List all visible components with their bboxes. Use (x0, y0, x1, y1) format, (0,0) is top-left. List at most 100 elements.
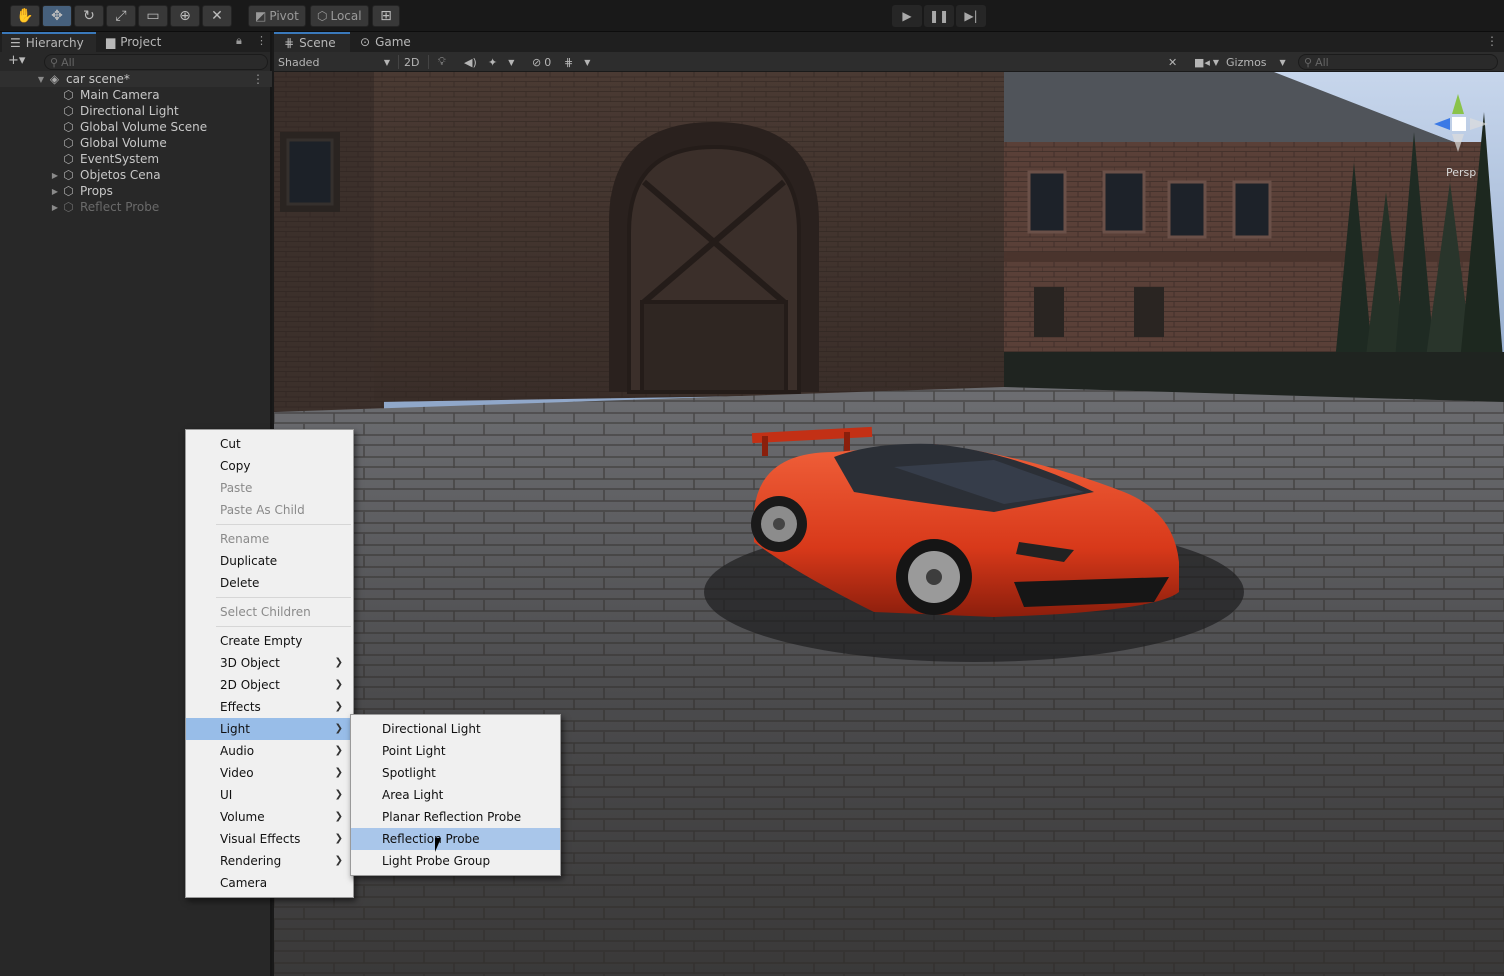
menu-item[interactable]: Copy (186, 455, 353, 477)
hierarchy-item[interactable]: ⬡ Global Volume Scene (0, 119, 272, 135)
menu-item[interactable]: Volume ❯ (186, 806, 353, 828)
menu-item[interactable]: Duplicate (186, 550, 353, 572)
light-submenu-item[interactable]: Reflection Probe (351, 828, 560, 850)
light-submenu-item[interactable]: Area Light (351, 784, 560, 806)
menu-item[interactable]: 2D Object ❯ (186, 674, 353, 696)
gameobject-cube-icon: ⬡ (63, 200, 74, 214)
camera-settings-button[interactable]: ■◂ ▼ (1194, 52, 1219, 72)
rotate-tool-button[interactable]: ↻ (74, 5, 104, 27)
toggle-2d-button[interactable]: 2D (404, 52, 419, 72)
expand-arrow-icon[interactable]: ▶ (48, 171, 62, 180)
tab-game[interactable]: ⊙ Game (352, 32, 419, 52)
menu-item[interactable]: UI ❯ (186, 784, 353, 806)
scene-name: car scene* (66, 72, 130, 86)
menu-item[interactable]: Video ❯ (186, 762, 353, 784)
pivot-label: Pivot (269, 9, 299, 23)
menu-item-label: Rename (220, 532, 270, 546)
menu-item[interactable]: Effects ❯ (186, 696, 353, 718)
lighting-toggle[interactable]: 💡︎ (438, 52, 446, 72)
rect-tool-button[interactable]: ▭ (138, 5, 168, 27)
light-submenu-item[interactable]: Spotlight (351, 762, 560, 784)
light-submenu-item-label: Light Probe Group (382, 854, 491, 868)
play-button[interactable]: ▶ (892, 5, 922, 27)
project-tab-label: Project (120, 35, 162, 49)
pause-button[interactable]: ❚❚ (924, 5, 954, 27)
expand-arrow-icon[interactable]: ▶ (48, 203, 62, 212)
kebab-menu-icon[interactable]: ⋮ (256, 34, 267, 47)
hierarchy-item[interactable]: ▶ ⬡ Reflect Probe (0, 199, 272, 215)
persp-label[interactable]: Persp (1446, 166, 1476, 179)
scene-row[interactable]: ▼ ◈ car scene* ⋮ (0, 71, 272, 87)
menu-item[interactable]: Rendering ❯ (186, 850, 353, 872)
hierarchy-item-label: Props (80, 184, 113, 198)
effects-toggle[interactable]: ✦ ▼ (488, 52, 514, 72)
add-object-button[interactable]: +▾ (8, 53, 25, 68)
grid-dropdown-icon[interactable]: ▼ (584, 58, 590, 67)
hidden-count: 0 (544, 55, 552, 69)
hand-icon: ✋ (16, 8, 34, 24)
menu-item[interactable]: Paste (186, 477, 353, 499)
hierarchy-item[interactable]: ⬡ Main Camera (0, 87, 272, 103)
local-toggle[interactable]: ⬡ Local (310, 5, 369, 27)
effects-icon: ✦ (488, 55, 498, 69)
hierarchy-item[interactable]: ▶ ⬡ Objetos Cena (0, 167, 272, 183)
grid-snap-button[interactable]: ⊞ (372, 5, 400, 27)
scale-tool-button[interactable]: ⤢ (106, 5, 136, 27)
menu-item-label: 2D Object (220, 678, 280, 692)
menu-item[interactable]: Light ❯ (186, 718, 353, 740)
tab-scene[interactable]: ⋕ Scene (274, 32, 350, 52)
hierarchy-item[interactable]: ▶ ⬡ Props (0, 183, 272, 199)
effects-dropdown-icon[interactable]: ▼ (508, 58, 514, 67)
submenu-arrow-icon: ❯ (334, 701, 343, 712)
scene-search-input[interactable]: ⚲ All (1298, 54, 1498, 70)
menu-item[interactable]: Paste As Child (186, 499, 353, 521)
submenu-arrow-icon: ❯ (334, 833, 343, 844)
menu-item[interactable]: Visual Effects ❯ (186, 828, 353, 850)
hierarchy-tab-label: Hierarchy (25, 36, 84, 50)
gameobject-cube-icon: ⬡ (63, 184, 74, 198)
shading-mode-value: Shaded (278, 55, 320, 69)
camera-dropdown-icon[interactable]: ▼ (1213, 58, 1219, 67)
menu-item[interactable]: Camera (186, 872, 353, 894)
tools-overlay-button[interactable]: ✕ (1168, 52, 1177, 72)
menu-item[interactable]: Delete (186, 572, 353, 594)
pivot-toggle[interactable]: ◩ Pivot (248, 5, 306, 27)
scene-kebab-icon[interactable]: ⋮ (1486, 34, 1498, 48)
menu-item[interactable]: Cut (186, 433, 353, 455)
hierarchy-item[interactable]: ⬡ Global Volume (0, 135, 272, 151)
gizmos-dropdown[interactable]: Gizmos ▼ (1226, 52, 1286, 72)
step-button[interactable]: ▶| (956, 5, 986, 27)
scene-menu-icon[interactable]: ⋮ (252, 72, 264, 86)
move-tool-button[interactable]: ✥ (42, 5, 72, 27)
shading-mode-dropdown[interactable]: Shaded ▼ (278, 52, 392, 72)
scene-toolbar: Shaded ▼ 2D 💡︎ ◀) ✦ ▼ ⊘ 0 ⋕ ▼ ✕ ■◂ ▼ Gizmos … (274, 52, 1504, 72)
tab-project[interactable]: ▆ Project (98, 32, 169, 52)
hidden-objects-toggle[interactable]: ⊘ 0 (532, 52, 551, 72)
expand-arrow-icon[interactable]: ▶ (48, 187, 62, 196)
menu-item[interactable]: Create Empty (186, 630, 353, 652)
gizmos-label: Gizmos (1226, 55, 1267, 69)
light-submenu-item[interactable]: Planar Reflection Probe (351, 806, 560, 828)
gameobject-cube-icon: ⬡ (63, 88, 74, 102)
hierarchy-item[interactable]: ⬡ EventSystem (0, 151, 272, 167)
collapse-arrow-icon[interactable]: ▼ (34, 75, 48, 84)
menu-item[interactable]: Audio ❯ (186, 740, 353, 762)
hierarchy-search-input[interactable]: ⚲ All (44, 54, 268, 70)
menu-item-label: 3D Object (220, 656, 280, 670)
menu-item[interactable]: Rename (186, 528, 353, 550)
lightbulb-icon: 💡︎ (438, 55, 446, 68)
light-submenu-item[interactable]: Directional Light (351, 718, 560, 740)
folder-icon: ▆ (106, 35, 116, 49)
menu-item[interactable]: Select Children (186, 601, 353, 623)
tab-hierarchy[interactable]: ☰ Hierarchy (2, 32, 96, 52)
hand-tool-button[interactable]: ✋ (10, 5, 40, 27)
hierarchy-item[interactable]: ⬡ Directional Light (0, 103, 272, 119)
menu-item[interactable]: 3D Object ❯ (186, 652, 353, 674)
lock-icon[interactable]: 🔒︎ (236, 34, 242, 48)
light-submenu-item[interactable]: Light Probe Group (351, 850, 560, 872)
transform-tool-button[interactable]: ⊕ (170, 5, 200, 27)
grid-toggle[interactable]: ⋕ ▼ (564, 52, 590, 72)
audio-toggle[interactable]: ◀) (464, 52, 477, 72)
custom-tool-button[interactable]: ✕ (202, 5, 232, 27)
light-submenu-item[interactable]: Point Light (351, 740, 560, 762)
